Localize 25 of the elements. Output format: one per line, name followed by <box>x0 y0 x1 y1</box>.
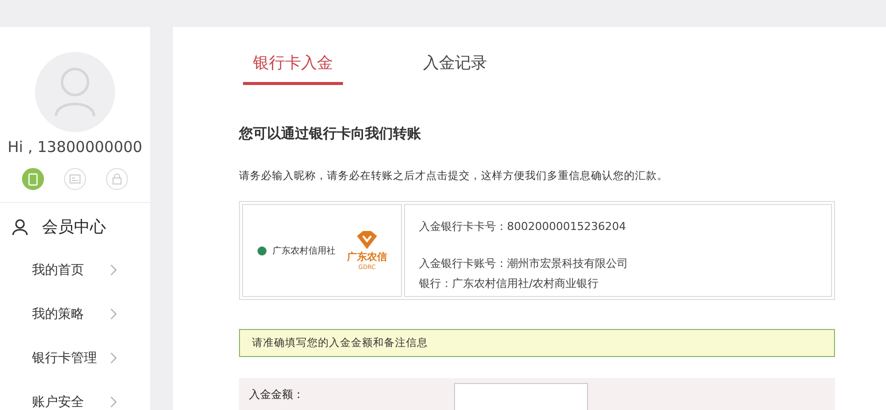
user-icon <box>12 219 28 236</box>
user-greeting: Hi , 13800000000 <box>8 138 142 156</box>
lock-icon[interactable] <box>106 168 128 190</box>
chevron-right-icon <box>110 396 117 408</box>
bank-detail-text: 银行：广东农村信用社/农村商业银行 <box>419 276 600 292</box>
tab[interactable]: 入金记录 <box>413 53 497 85</box>
id-card-icon[interactable] <box>64 168 86 190</box>
menu-item[interactable]: 我的策略 <box>32 305 96 323</box>
notice-text: 请务必输入昵称，请务必在转账之后才点击提交，这样方便我们多重信息确认您的汇款。 <box>239 169 669 183</box>
tab[interactable]: 银行卡入金 <box>243 53 343 85</box>
menu-item[interactable]: 我的首页 <box>32 261 96 279</box>
chevron-right-icon <box>110 352 117 364</box>
bank-detail-text: 入金银行卡账号：潮州市宏景科技有限公司 <box>419 256 629 272</box>
menu-item[interactable]: 银行卡管理 <box>32 349 96 367</box>
chevron-right-icon <box>110 264 117 276</box>
field-label: 入金金额： <box>249 387 304 402</box>
info-alert: 请准确填写您的入金金额和备注信息 <box>239 329 835 357</box>
phone-icon[interactable] <box>22 168 44 190</box>
chevron-right-icon <box>110 308 117 320</box>
section-heading: 您可以通过银行卡向我们转账 <box>239 125 422 143</box>
bank-logo: 广东农村信用社 <box>257 244 339 258</box>
bank-detail-text: 入金银行卡卡号：80020000015236204 <box>419 219 627 235</box>
menu-item[interactable]: 账户安全 <box>32 393 96 410</box>
amount-input[interactable] <box>454 383 588 410</box>
section-title: 会员中心 <box>42 217 106 238</box>
